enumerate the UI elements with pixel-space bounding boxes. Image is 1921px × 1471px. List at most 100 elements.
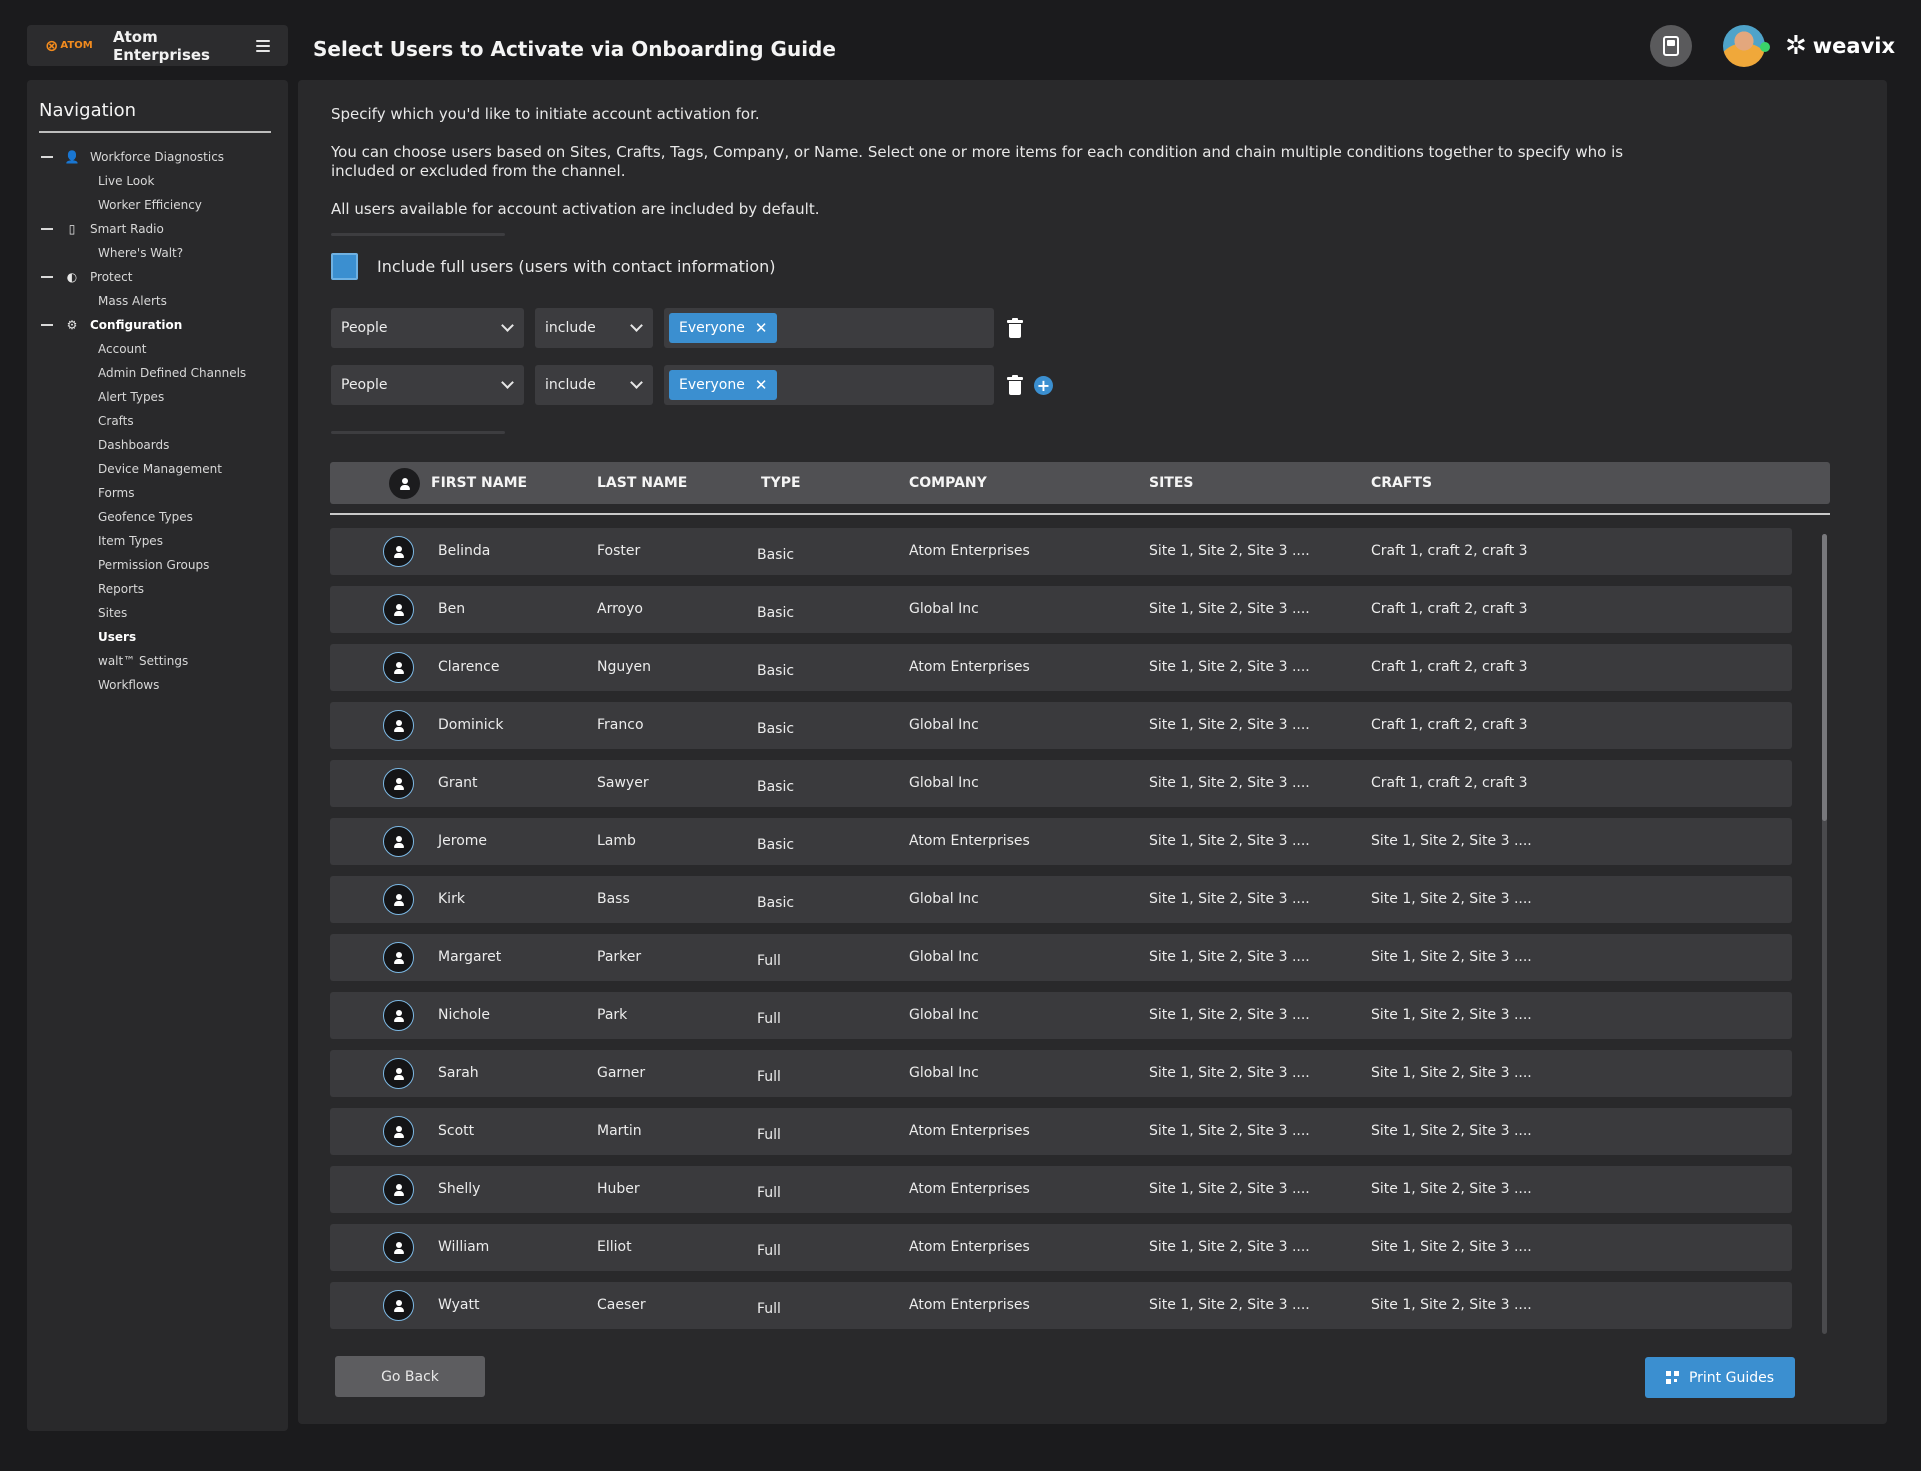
collapse-icon[interactable] — [41, 228, 53, 230]
values-input[interactable]: Everyone ✕ — [664, 365, 994, 405]
radio-device-icon[interactable] — [1649, 25, 1692, 67]
cell-crafts: Craft 1, craft 2, craft 3 — [1371, 601, 1528, 617]
divider — [331, 233, 505, 236]
nav-item-users[interactable]: Users — [39, 625, 276, 649]
add-condition-icon[interactable]: + — [1034, 375, 1053, 395]
nav-item-label: Configuration — [90, 318, 183, 332]
nav-item-geofence-types[interactable]: Geofence Types — [39, 505, 276, 529]
table-row[interactable]: Nichole Park Full Global Inc Site 1, Site 2,… — [330, 992, 1792, 1039]
cell-company: Atom Enterprises — [909, 659, 1030, 675]
table-row[interactable]: Dominick Franco Basic Global Inc Site 1, Sit… — [330, 702, 1792, 749]
nav-item-permission-groups[interactable]: Permission Groups — [39, 553, 276, 577]
nav-item-workforce-diagnostics[interactable]: 👤 Workforce Diagnostics — [39, 145, 276, 169]
collapse-icon[interactable] — [41, 156, 53, 158]
collapse-icon[interactable] — [41, 276, 53, 278]
cell-first-name: Ben — [438, 601, 466, 617]
operator-select-value: include — [545, 320, 596, 336]
cell-crafts: Site 1, Site 2, Site 3 .... — [1371, 1007, 1532, 1023]
chevron-down-icon — [630, 319, 643, 332]
table-row[interactable]: Kirk Bass Basic Global Inc Site 1, Site 2, S… — [330, 876, 1792, 923]
nav-title: Navigation — [39, 100, 271, 133]
nav-item-alert-types[interactable]: Alert Types — [39, 385, 276, 409]
table-row[interactable]: Margaret Parker Full Global Inc Site 1, Site… — [330, 934, 1792, 981]
field-select[interactable]: People — [331, 365, 524, 405]
nav-item-protect[interactable]: ◐ Protect — [39, 265, 276, 289]
nav-item-walt-settings[interactable]: walt™ Settings — [39, 649, 276, 673]
remove-tag-icon[interactable]: ✕ — [755, 319, 768, 337]
table-row[interactable]: Shelly Huber Full Atom Enterprises Site 1, S… — [330, 1166, 1792, 1213]
cell-company: Global Inc — [909, 891, 979, 907]
remove-tag-icon[interactable]: ✕ — [755, 376, 768, 394]
nav-item-live-look[interactable]: Live Look — [39, 169, 276, 193]
scrollbar-thumb[interactable] — [1822, 534, 1827, 821]
col-crafts[interactable]: CRAFTS — [1371, 462, 1432, 504]
header-divider — [330, 513, 1830, 515]
table-row[interactable]: Grant Sawyer Basic Global Inc Site 1, Site 2… — [330, 760, 1792, 807]
nav-item-reports[interactable]: Reports — [39, 577, 276, 601]
nav-item-device-management[interactable]: Device Management — [39, 457, 276, 481]
table-row[interactable]: Ben Arroyo Basic Global Inc Site 1, Site 2, … — [330, 586, 1792, 633]
nav-item-crafts[interactable]: Crafts — [39, 409, 276, 433]
chevron-down-icon — [501, 319, 514, 332]
col-sites[interactable]: SITES — [1149, 462, 1194, 504]
col-company[interactable]: COMPANY — [909, 462, 987, 504]
user-avatar[interactable] — [1722, 25, 1770, 67]
table-row[interactable]: Clarence Nguyen Basic Atom Enterprises Site … — [330, 644, 1792, 691]
nav-item-sites[interactable]: Sites — [39, 601, 276, 625]
col-type[interactable]: TYPE — [761, 462, 801, 504]
table-row[interactable]: Jerome Lamb Basic Atom Enterprises Site 1, S… — [330, 818, 1792, 865]
nav-item-admin-defined-channels[interactable]: Admin Defined Channels — [39, 361, 276, 385]
nav-item-forms[interactable]: Forms — [39, 481, 276, 505]
user-avatar-icon — [383, 768, 414, 799]
col-first-name[interactable]: FIRST NAME — [431, 462, 527, 504]
table-row[interactable]: Belinda Foster Basic Atom Enterprises Site 1… — [330, 528, 1792, 575]
go-back-button[interactable]: Go Back — [335, 1356, 485, 1397]
values-input[interactable]: Everyone ✕ — [664, 308, 994, 348]
operator-select[interactable]: include — [535, 308, 653, 348]
cell-sites: Site 1, Site 2, Site 3 .... — [1149, 949, 1310, 965]
nav-item-label: Forms — [98, 486, 135, 500]
table-row[interactable]: Wyatt Caeser Full Atom Enterprises Site 1, S… — [330, 1282, 1792, 1329]
divider — [331, 431, 505, 434]
col-last-name[interactable]: LAST NAME — [597, 462, 687, 504]
cell-sites: Site 1, Site 2, Site 3 .... — [1149, 1065, 1310, 1081]
cell-sites: Site 1, Site 2, Site 3 .... — [1149, 891, 1310, 907]
table-row[interactable]: Sarah Garner Full Global Inc Site 1, Site 2,… — [330, 1050, 1792, 1097]
nav-item-where-s-walt[interactable]: Where's Walt? — [39, 241, 276, 265]
print-guides-button[interactable]: Print Guides — [1645, 1357, 1795, 1398]
nav-item-account[interactable]: Account — [39, 337, 276, 361]
cell-last-name: Huber — [597, 1181, 640, 1197]
nav-item-smart-radio[interactable]: ▯ Smart Radio — [39, 217, 276, 241]
nav-item-label: walt™ Settings — [98, 654, 189, 668]
delete-condition-icon[interactable] — [1007, 318, 1023, 338]
condition-row: People include Everyone ✕ — [331, 308, 1023, 348]
cell-crafts: Site 1, Site 2, Site 3 .... — [1371, 891, 1532, 907]
nav-item-workflows[interactable]: Workflows — [39, 673, 276, 697]
table-scrollbar[interactable] — [1822, 534, 1827, 1334]
cell-company: Atom Enterprises — [909, 543, 1030, 559]
main-panel: Specify which you'd like to initiate acc… — [298, 80, 1887, 1424]
cell-sites: Site 1, Site 2, Site 3 .... — [1149, 1123, 1310, 1139]
cell-last-name: Garner — [597, 1065, 646, 1081]
cell-crafts: Site 1, Site 2, Site 3 .... — [1371, 1239, 1532, 1255]
table-row[interactable]: William Elliot Full Atom Enterprises Site 1,… — [330, 1224, 1792, 1271]
collapse-icon[interactable] — [41, 324, 53, 326]
delete-condition-icon[interactable] — [1007, 375, 1023, 395]
cell-last-name: Lamb — [597, 833, 636, 849]
cell-type: Full — [757, 1011, 781, 1027]
table-row[interactable]: Scott Martin Full Atom Enterprises Site 1, S… — [330, 1108, 1792, 1155]
table-header: FIRST NAME LAST NAME TYPE COMPANY SITES … — [330, 462, 1830, 504]
nav-item-item-types[interactable]: Item Types — [39, 529, 276, 553]
include-full-users-checkbox[interactable] — [331, 253, 358, 280]
nav-item-worker-efficiency[interactable]: Worker Efficiency — [39, 193, 276, 217]
condition-row: People include Everyone ✕ + — [331, 365, 1053, 405]
cell-last-name: Parker — [597, 949, 642, 965]
nav-item-configuration[interactable]: ⚙ Configuration — [39, 313, 276, 337]
nav-item-dashboards[interactable]: Dashboards — [39, 433, 276, 457]
operator-select[interactable]: include — [535, 365, 653, 405]
nav-item-mass-alerts[interactable]: Mass Alerts — [39, 289, 276, 313]
nav-item-label: Permission Groups — [98, 558, 210, 572]
field-select[interactable]: People — [331, 308, 524, 348]
hamburger-menu-icon[interactable] — [256, 39, 270, 52]
cell-company: Atom Enterprises — [909, 833, 1030, 849]
